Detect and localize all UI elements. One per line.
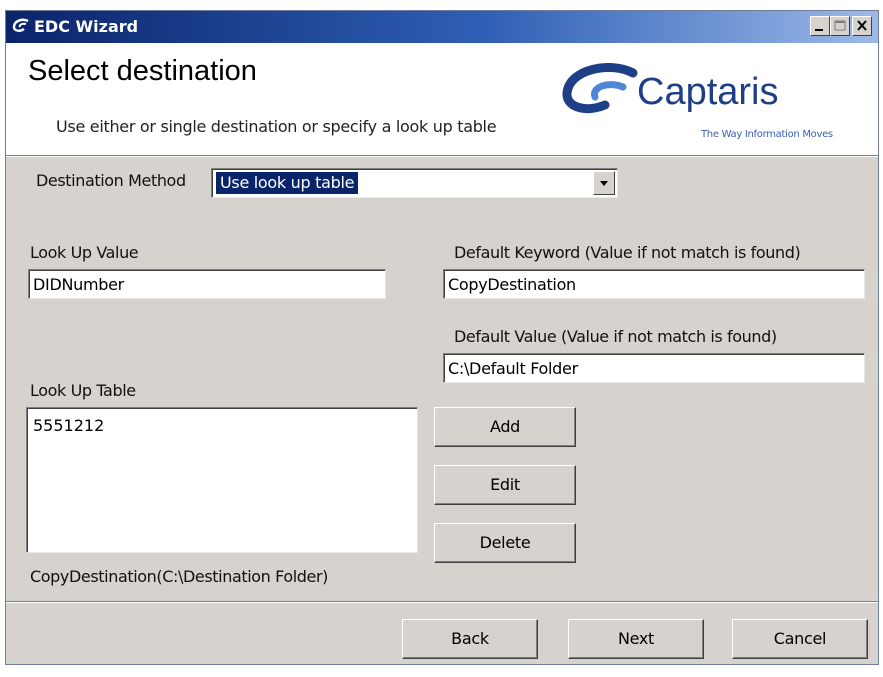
default-value-field[interactable] bbox=[443, 353, 865, 383]
cancel-button-label: Cancel bbox=[773, 629, 827, 648]
logo-tagline: The Way Information Moves bbox=[701, 129, 833, 140]
lookup-value-label: Look Up Value bbox=[30, 243, 139, 262]
lookup-value-field[interactable] bbox=[28, 269, 386, 299]
lookup-value-input[interactable] bbox=[29, 270, 385, 298]
wizard-header: Select destination Use either or single … bbox=[6, 43, 878, 155]
edit-button-label: Edit bbox=[490, 475, 520, 494]
edit-button[interactable]: Edit bbox=[434, 465, 576, 505]
next-button-label: Next bbox=[617, 629, 655, 648]
close-button[interactable] bbox=[852, 16, 872, 36]
destination-method-label: Destination Method bbox=[36, 171, 186, 190]
destination-method-selected: Use look up table bbox=[216, 172, 359, 194]
default-value-input[interactable] bbox=[444, 354, 864, 382]
list-item[interactable]: 5551212 bbox=[33, 416, 104, 435]
captaris-app-icon bbox=[12, 18, 30, 39]
title-bar[interactable]: EDC Wizard bbox=[6, 11, 878, 43]
lookup-table-list[interactable]: 5551212 bbox=[26, 407, 418, 553]
dropdown-arrow-button[interactable] bbox=[593, 171, 615, 195]
add-button-label: Add bbox=[489, 417, 521, 436]
minimize-button[interactable] bbox=[810, 16, 830, 36]
captaris-swoosh-icon bbox=[562, 63, 638, 113]
default-value-label: Default Value (Value if not match is fou… bbox=[454, 327, 777, 346]
cancel-button[interactable]: Cancel bbox=[732, 619, 868, 659]
chevron-down-icon bbox=[600, 181, 608, 186]
captaris-logo: Captaris The Way Information Moves bbox=[561, 63, 876, 143]
maximize-icon bbox=[834, 20, 846, 31]
window-title: EDC Wizard bbox=[34, 17, 139, 36]
default-keyword-field[interactable] bbox=[443, 269, 865, 299]
lookup-table-label: Look Up Table bbox=[30, 381, 136, 400]
delete-button-label: Delete bbox=[479, 533, 531, 552]
default-keyword-input[interactable] bbox=[444, 270, 864, 298]
lookup-selected-detail: CopyDestination(C:\Destination Folder) bbox=[30, 567, 328, 586]
destination-method-dropdown[interactable]: Use look up table bbox=[211, 168, 618, 198]
minimize-icon bbox=[815, 29, 823, 31]
logo-wordmark: Captaris bbox=[637, 71, 779, 113]
maximize-button[interactable] bbox=[830, 16, 850, 36]
delete-button[interactable]: Delete bbox=[434, 523, 576, 563]
close-icon bbox=[857, 20, 867, 31]
default-keyword-label: Default Keyword (Value if not match is f… bbox=[454, 243, 801, 262]
back-button-label: Back bbox=[451, 629, 489, 648]
next-button[interactable]: Next bbox=[568, 619, 704, 659]
add-button[interactable]: Add bbox=[434, 407, 576, 447]
back-button[interactable]: Back bbox=[402, 619, 538, 659]
edc-wizard-window: EDC Wizard Select destination Use either… bbox=[5, 10, 879, 665]
page-title: Select destination bbox=[28, 55, 257, 87]
footer-divider bbox=[6, 601, 878, 603]
page-subtitle: Use either or single destination or spec… bbox=[56, 117, 497, 136]
header-divider bbox=[6, 155, 878, 157]
